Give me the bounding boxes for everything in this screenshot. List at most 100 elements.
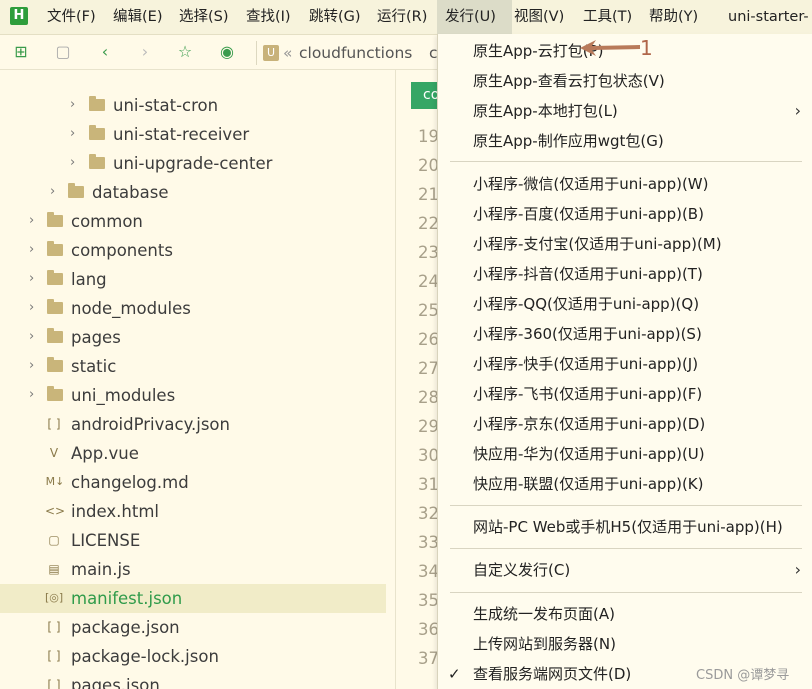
tree-item[interactable]: [ ] androidPrivacy.json bbox=[0, 410, 386, 439]
chevron-right-icon[interactable]: › bbox=[70, 98, 80, 112]
tree-item-label: static bbox=[71, 357, 117, 376]
line-number: 32 bbox=[418, 504, 439, 523]
menu-item-mp-kuaishou[interactable]: 小程序-快手(仅适用于uni-app)(J) bbox=[438, 349, 812, 379]
chevron-right-icon[interactable]: › bbox=[29, 301, 39, 315]
tree-item[interactable]: › common bbox=[0, 207, 386, 236]
menubar: H 文件(F) 编辑(E) 选择(S) 查找(I) 跳转(G) 运行(R) 发行… bbox=[0, 0, 812, 35]
menu-file[interactable]: 文件(F) bbox=[47, 0, 96, 34]
menu-item-mp-baidu[interactable]: 小程序-百度(仅适用于uni-app)(B) bbox=[438, 199, 812, 229]
folder-icon bbox=[47, 357, 63, 372]
tree-item[interactable]: › uni_modules bbox=[0, 381, 386, 410]
save-icon[interactable]: ▢ bbox=[52, 35, 74, 69]
tree-item[interactable]: › lang bbox=[0, 265, 386, 294]
menu-item-quickapp-huawei[interactable]: 快应用-华为(仅适用于uni-app)(U) bbox=[438, 439, 812, 469]
tree-item[interactable]: › pages bbox=[0, 323, 386, 352]
menu-item-gen-publish-page[interactable]: 生成统一发布页面(A) bbox=[438, 599, 812, 629]
run-icon[interactable]: ◉ bbox=[216, 35, 238, 69]
tree-item-label: package.json bbox=[71, 618, 180, 637]
breadcrumb-item[interactable]: cloudfunctions bbox=[299, 41, 412, 65]
chevron-right-icon[interactable]: › bbox=[50, 185, 60, 199]
window-title: uni-starter- bbox=[728, 9, 809, 25]
folder-icon bbox=[89, 154, 105, 169]
line-number: 20 bbox=[418, 156, 439, 175]
chevron-right-icon[interactable]: › bbox=[70, 127, 80, 141]
menu-tools[interactable]: 工具(T) bbox=[583, 0, 632, 34]
menu-item-mp-360[interactable]: 小程序-360(仅适用于uni-app)(S) bbox=[438, 319, 812, 349]
breadcrumb: U « cloudfunctions c bbox=[256, 41, 457, 65]
tree-item[interactable]: › uni-stat-receiver bbox=[0, 120, 386, 149]
tree-item[interactable]: › database bbox=[0, 178, 386, 207]
line-number: 21 bbox=[418, 185, 439, 204]
json-file-icon: [ ] bbox=[47, 649, 61, 663]
chevron-right-icon[interactable]: › bbox=[29, 214, 39, 228]
tree-item[interactable]: [ ] pages.json bbox=[0, 671, 386, 689]
tree-item[interactable]: › static bbox=[0, 352, 386, 381]
tree-item-label: node_modules bbox=[71, 299, 191, 318]
menu-item-web-h5[interactable]: 网站-PC Web或手机H5(仅适用于uni-app)(H) bbox=[438, 512, 812, 542]
menu-item-mp-feishu[interactable]: 小程序-飞书(仅适用于uni-app)(F) bbox=[438, 379, 812, 409]
menu-item-mp-alipay[interactable]: 小程序-支付宝(仅适用于uni-app)(M) bbox=[438, 229, 812, 259]
menu-item-app-local-pack[interactable]: 原生App-本地打包(L) › bbox=[438, 96, 812, 126]
menu-item-mp-jd[interactable]: 小程序-京东(仅适用于uni-app)(D) bbox=[438, 409, 812, 439]
js-file-icon: ▤ bbox=[48, 562, 60, 576]
menu-item-app-wgt[interactable]: 原生App-制作应用wgt包(G) bbox=[438, 126, 812, 156]
line-number: 22 bbox=[418, 214, 439, 233]
tree-item-label: uni-stat-receiver bbox=[113, 125, 250, 144]
manifest-file-icon: [◎] bbox=[45, 591, 64, 604]
tree-item[interactable]: › components bbox=[0, 236, 386, 265]
tree-item[interactable]: [ ] package.json bbox=[0, 613, 386, 642]
line-number: 29 bbox=[418, 417, 439, 436]
tree-item-label: package-lock.json bbox=[71, 647, 219, 666]
menu-select[interactable]: 选择(S) bbox=[179, 0, 229, 34]
menu-goto[interactable]: 跳转(G) bbox=[309, 0, 361, 34]
chevron-right-icon[interactable]: › bbox=[29, 330, 39, 344]
chevron-right-icon[interactable]: › bbox=[70, 156, 80, 170]
chevron-right-icon[interactable]: › bbox=[29, 243, 39, 257]
chevron-right-icon[interactable]: › bbox=[29, 388, 39, 402]
menu-view[interactable]: 视图(V) bbox=[514, 0, 564, 34]
json-file-icon: [ ] bbox=[47, 678, 61, 689]
tree-item[interactable]: M↓ changelog.md bbox=[0, 468, 386, 497]
file-icon: ▢ bbox=[48, 533, 60, 547]
menu-item-mp-douyin[interactable]: 小程序-抖音(仅适用于uni-app)(T) bbox=[438, 259, 812, 289]
menu-edit[interactable]: 编辑(E) bbox=[113, 0, 162, 34]
menu-help[interactable]: 帮助(Y) bbox=[649, 0, 698, 34]
line-number: 26 bbox=[418, 330, 439, 349]
tree-item[interactable]: V App.vue bbox=[0, 439, 386, 468]
menu-item-mp-qq[interactable]: 小程序-QQ(仅适用于uni-app)(Q) bbox=[438, 289, 812, 319]
menu-item-custom-publish[interactable]: 自定义发行(C) › bbox=[438, 555, 812, 585]
breadcrumb-separator: « bbox=[283, 44, 293, 62]
tree-item-label: lang bbox=[71, 270, 107, 289]
tree-item[interactable]: ▤ main.js bbox=[0, 555, 386, 584]
tree-item-label: uni_modules bbox=[71, 386, 176, 405]
menu-item-app-cloud-status[interactable]: 原生App-查看云打包状态(V) bbox=[438, 66, 812, 96]
back-icon[interactable]: ‹ bbox=[94, 35, 116, 69]
chevron-right-icon[interactable]: › bbox=[29, 272, 39, 286]
chevron-right-icon[interactable]: › bbox=[29, 359, 39, 373]
new-file-icon[interactable]: ⊞ bbox=[10, 35, 32, 69]
star-icon[interactable]: ☆ bbox=[174, 35, 196, 69]
tree-item-label: LICENSE bbox=[71, 531, 141, 550]
menu-item-mp-weixin[interactable]: 小程序-微信(仅适用于uni-app)(W) bbox=[438, 169, 812, 199]
tree-item[interactable]: › uni-stat-cron bbox=[0, 91, 386, 120]
line-number: 34 bbox=[418, 562, 439, 581]
tree-item[interactable]: ▢ LICENSE bbox=[0, 526, 386, 555]
menu-item-upload-site[interactable]: 上传网站到服务器(N) bbox=[438, 629, 812, 659]
menu-separator bbox=[450, 505, 802, 506]
menu-run[interactable]: 运行(R) bbox=[377, 0, 427, 34]
folder-icon bbox=[47, 386, 63, 401]
tree-item-label: database bbox=[92, 183, 169, 202]
line-number: 19 bbox=[418, 127, 439, 146]
forward-icon[interactable]: › bbox=[134, 35, 156, 69]
menu-item-quickapp-union[interactable]: 快应用-联盟(仅适用于uni-app)(K) bbox=[438, 469, 812, 499]
chevron-right-icon: › bbox=[794, 560, 801, 579]
tree-item[interactable]: <> index.html bbox=[0, 497, 386, 526]
tree-item[interactable]: › uni-upgrade-center bbox=[0, 149, 386, 178]
menu-publish[interactable]: 发行(U) bbox=[437, 0, 512, 34]
menu-find[interactable]: 查找(I) bbox=[246, 0, 291, 34]
tree-item-selected[interactable]: [◎] manifest.json bbox=[0, 584, 386, 613]
tree-item-label: pages.json bbox=[71, 676, 160, 689]
tree-item[interactable]: › node_modules bbox=[0, 294, 386, 323]
html-file-icon: <> bbox=[45, 504, 66, 518]
tree-item[interactable]: [ ] package-lock.json bbox=[0, 642, 386, 671]
